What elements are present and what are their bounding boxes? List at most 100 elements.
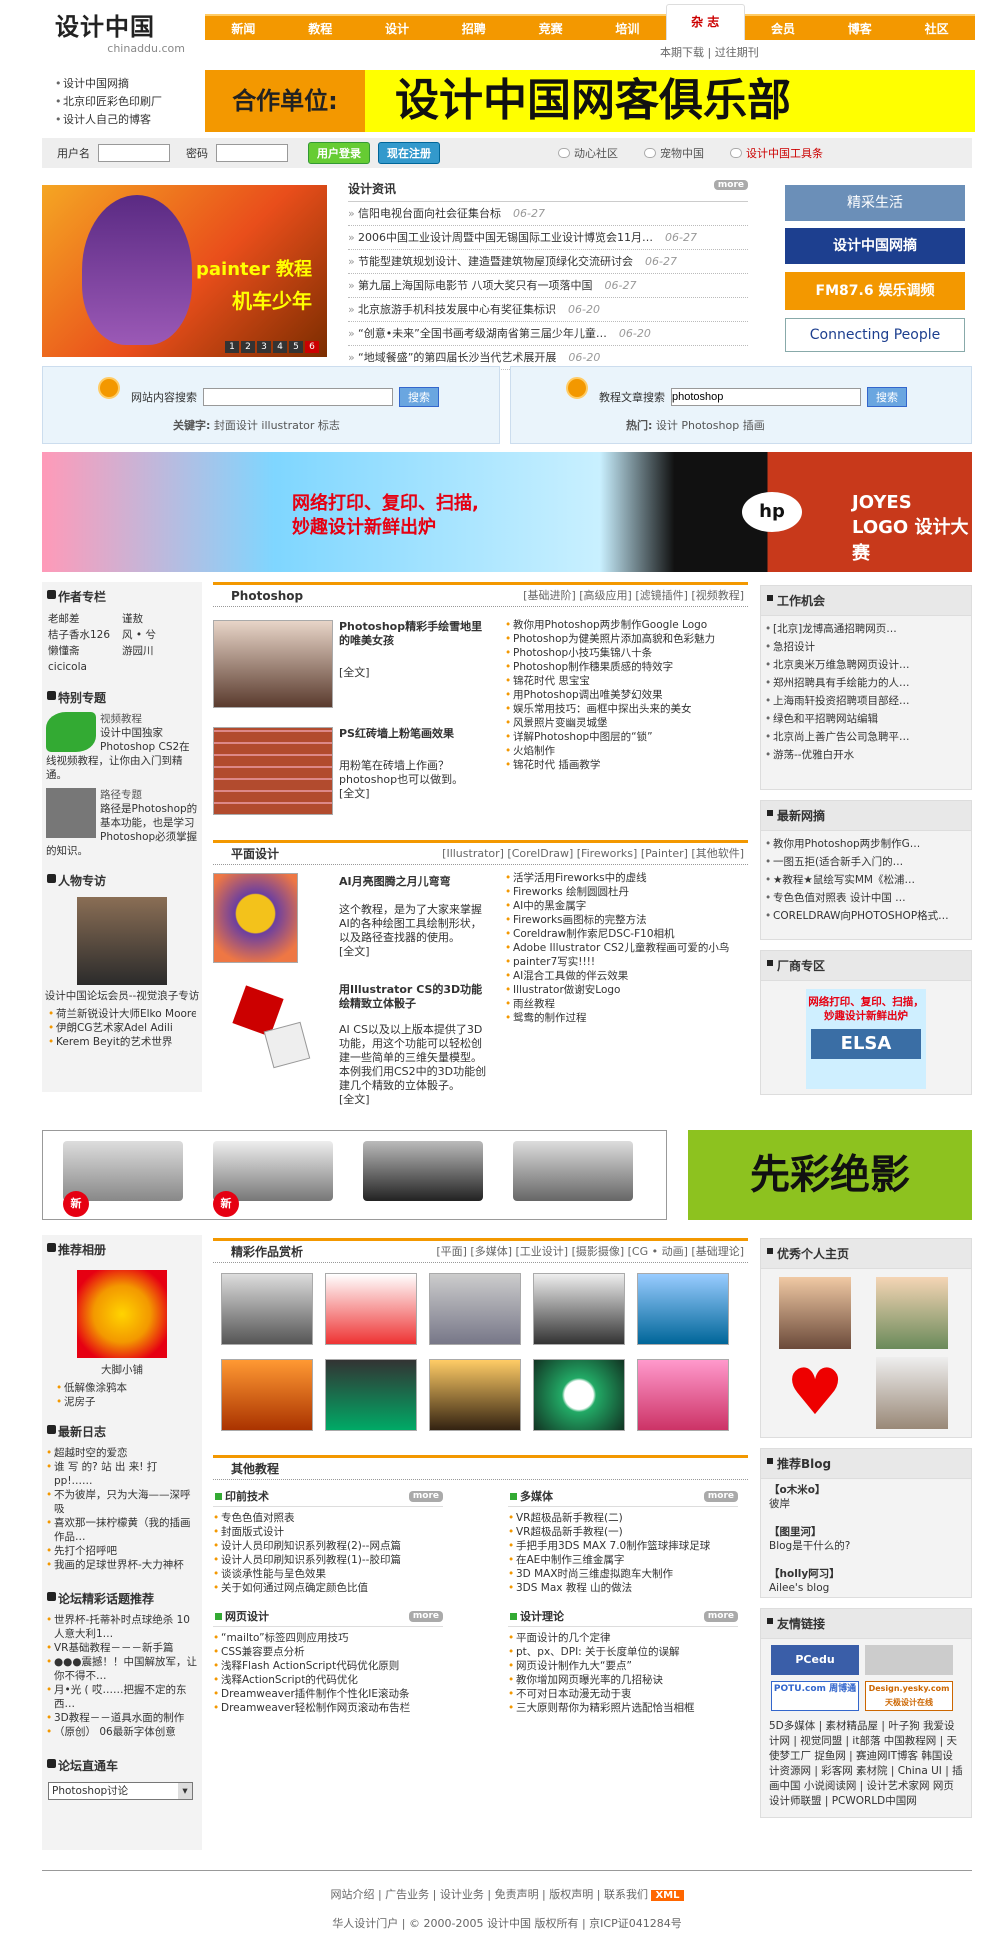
list-item[interactable]: 不可对日本动漫无动于衷 — [508, 1687, 738, 1701]
author-link[interactable]: 风 • 兮 — [122, 627, 196, 643]
list-item[interactable]: Dreamweaver轻松制作网页滚动布告栏 — [213, 1701, 443, 1715]
job-item[interactable]: [北京]龙博高通招聘网页… — [761, 620, 971, 638]
topic-item[interactable]: 世界杯-托蒂补时点球绝杀 10人意大利1… — [46, 1613, 198, 1641]
list-item[interactable]: VR超极品新手教程(一) — [508, 1525, 738, 1539]
diary-item[interactable]: 先打个招呼吧 — [46, 1544, 198, 1558]
quick-link[interactable]: 设计中国网摘 — [55, 75, 205, 93]
page-button[interactable]: 4 — [273, 341, 287, 353]
list-item[interactable]: painter7写实!!!! — [505, 955, 745, 969]
list-item[interactable]: 浅释Flash ActionScript代码优化原则 — [213, 1659, 443, 1673]
magazine-sub-links[interactable]: 本期下载 | 过往期刊 — [660, 44, 759, 60]
list-item[interactable]: Illustrator做谢安Logo — [505, 983, 745, 997]
interviewee-photo[interactable] — [77, 897, 167, 985]
people-item[interactable]: 荷兰新锐设计大师Elko Moorer — [48, 1007, 196, 1021]
list-item[interactable]: 设计人员印刷知识系列教程(1)--胶印篇 — [213, 1553, 443, 1567]
more-button[interactable]: more — [703, 1611, 738, 1622]
list-item[interactable]: 鸳鸯的制作过程 — [505, 1011, 745, 1025]
news-item[interactable]: 2006中国工业设计周暨中国无锡国际工业设计博览会11月…06-27 — [348, 226, 748, 250]
job-item[interactable]: 上海雨轩投资招聘项目部经… — [761, 692, 971, 710]
list-item[interactable]: 手把手用3DS MAX 7.0制作篮球摔球足球 — [508, 1539, 738, 1553]
author-link[interactable]: 桔子香水126 — [48, 627, 122, 643]
list-item[interactable]: AI中的黑金属字 — [505, 899, 745, 913]
more-button[interactable]: more — [408, 1491, 443, 1502]
page-button-active[interactable]: 6 — [305, 341, 319, 353]
people-item[interactable]: Kerem Beyit的艺术世界 — [48, 1035, 196, 1049]
list-item[interactable]: 关于如何通过网点确定颜色比值 — [213, 1581, 443, 1595]
album-item[interactable]: 低解像涂鸦本 — [56, 1381, 188, 1395]
print-ad-banner[interactable]: 网络打印、复印、扫描, 妙趣设计新鲜出炉 hp JOYES LOGO 设计大赛 — [42, 452, 972, 572]
topic-item[interactable]: 3D教程－－道具水面的制作 — [46, 1711, 198, 1725]
diary-item[interactable]: 超越时空的爱恋 — [46, 1446, 198, 1460]
job-item[interactable]: 北京奥米万维急聘网页设计… — [761, 656, 971, 674]
blog-name[interactable]: 【图里河】 — [769, 1525, 963, 1539]
list-item[interactable]: Fireworks画图标的完整方法 — [505, 913, 745, 927]
option-link[interactable]: 动心社区 — [558, 145, 618, 161]
topic-item[interactable]: VR基础教程－－－新手篇 — [46, 1641, 198, 1655]
list-item[interactable]: 教你增加网页曝光率的几招秘诀 — [508, 1673, 738, 1687]
list-item[interactable]: Photoshop为健美照片添加高貌和色彩魅力 — [505, 632, 745, 646]
list-item[interactable]: 在AE中制作三维金属字 — [508, 1553, 738, 1567]
tutorial-thumbnail[interactable] — [213, 727, 333, 815]
nav-item[interactable]: 竞赛 — [512, 20, 589, 37]
album-item[interactable]: 泥房子 — [56, 1395, 188, 1409]
partner-logo[interactable] — [865, 1645, 953, 1675]
nav-item[interactable]: 博客 — [821, 20, 898, 37]
author-link[interactable]: 谨敖 — [122, 611, 196, 627]
tutorial-thumbnail[interactable] — [213, 873, 298, 963]
list-item[interactable]: 风景照片变幽灵城堡 — [505, 716, 745, 730]
password-input[interactable] — [216, 144, 288, 162]
list-item[interactable]: Photoshop小技巧集锦八十条 — [505, 646, 745, 660]
topic-item[interactable]: ●●●震撼！！中国解放军，让你不得不… — [46, 1655, 198, 1683]
footer-links[interactable]: 网站介绍 | 广告业务 | 设计业务 | 免责声明 | 版权声明 | 联系我们 … — [42, 1881, 972, 1910]
ps-article-2[interactable]: PS红砖墙上粉笔画效果 用粉笔在砖墙上作画？photoshop也可以做到。 [全… — [339, 727, 489, 801]
list-item[interactable]: VR超极品新手教程(二) — [508, 1511, 738, 1525]
heart-icon[interactable]: ♥ — [779, 1357, 851, 1429]
list-item[interactable]: Dreamweaver插件制作个性化IE滚动条 — [213, 1687, 443, 1701]
work-thumbnail[interactable] — [533, 1273, 625, 1345]
work-thumbnail[interactable] — [429, 1273, 521, 1345]
section-tabs[interactable]: [基础进阶] [高级应用] [滤镜插件] [视频教程] — [523, 585, 744, 607]
news-item[interactable]: 信阳电视台面向社会征集台标06-27 — [348, 202, 748, 226]
list-item[interactable]: 锦花时代 插画教学 — [505, 758, 745, 772]
list-item[interactable]: 雨丝教程 — [505, 997, 745, 1011]
nav-item[interactable]: 设计 — [359, 20, 436, 37]
username-input[interactable] — [98, 144, 170, 162]
page-button[interactable]: 3 — [257, 341, 271, 353]
list-item[interactable]: “mailto”标签四则应用技巧 — [213, 1631, 443, 1645]
list-item[interactable]: 教你用Photoshop两步制作Google Logo — [505, 618, 745, 632]
personal-photo[interactable] — [876, 1357, 948, 1429]
work-thumbnail[interactable] — [221, 1359, 313, 1431]
personal-photo[interactable] — [779, 1277, 851, 1349]
section-tabs[interactable]: [平面] [多媒体] [工业设计] [摄影摄像] [CG • 动画] [基础理论… — [436, 1241, 744, 1263]
more-button[interactable]: more — [703, 1491, 738, 1502]
ps-article-1[interactable]: Photoshop精彩手绘雪地里的唯美女孩 [全文] — [339, 620, 489, 680]
work-thumbnail[interactable] — [221, 1273, 313, 1345]
work-thumbnail[interactable] — [325, 1273, 417, 1345]
list-item[interactable]: 设计人员印刷知识系列教程(2)--网点篇 — [213, 1539, 443, 1553]
ad-nokia[interactable]: Connecting People — [785, 318, 965, 352]
list-item[interactable]: Adobe Illustrator CS2儿童教程画可爱的小鸟 — [505, 941, 745, 955]
page-button[interactable]: 1 — [225, 341, 239, 353]
newest-item[interactable]: ★教程★鼠绘写实MM《松浦… — [761, 871, 971, 889]
top-ad-banner[interactable]: 合作单位: 设计中国网客俱乐部 — [205, 70, 975, 132]
job-item[interactable]: 郑州招聘具有手绘能力的人… — [761, 674, 971, 692]
option-link[interactable]: 宠物中国 — [644, 145, 704, 161]
list-item[interactable]: 平面设计的几个定律 — [508, 1631, 738, 1645]
newest-item[interactable]: CORELDRAW向PHOTOSHOP格式… — [761, 907, 971, 925]
nav-item[interactable]: 会员 — [745, 20, 822, 37]
partner-logo[interactable]: PCedu — [771, 1645, 859, 1675]
search-button[interactable]: 搜索 — [867, 387, 907, 407]
more-button[interactable]: more — [713, 180, 748, 190]
nav-item[interactable]: 社区 — [898, 20, 975, 37]
special-video[interactable]: 视频教程 设计中国独家Photoshop CS2在线视频教程，让你由入门到精通。 — [42, 710, 202, 784]
list-item[interactable]: CSS兼容要点分析 — [213, 1645, 443, 1659]
news-item[interactable]: 节能型建筑规划设计、建造暨建筑物屋顶绿化交流研讨会06-27 — [348, 250, 748, 274]
xml-badge[interactable]: XML — [651, 1890, 684, 1901]
search-button[interactable]: 搜索 — [399, 387, 439, 407]
printer-banner[interactable]: 新 新 — [42, 1130, 667, 1220]
link-text[interactable]: 5D多媒体 | 素材精品屋 | 叶子狗 我爱设计网 | 视觉同盟 | it部落 … — [761, 1717, 971, 1811]
site-search-input[interactable] — [203, 388, 393, 406]
blog-name[interactable]: 【o木米o】 — [769, 1483, 963, 1497]
personal-photo[interactable] — [876, 1277, 948, 1349]
album-caption[interactable]: 大脚小铺 — [42, 1362, 202, 1377]
